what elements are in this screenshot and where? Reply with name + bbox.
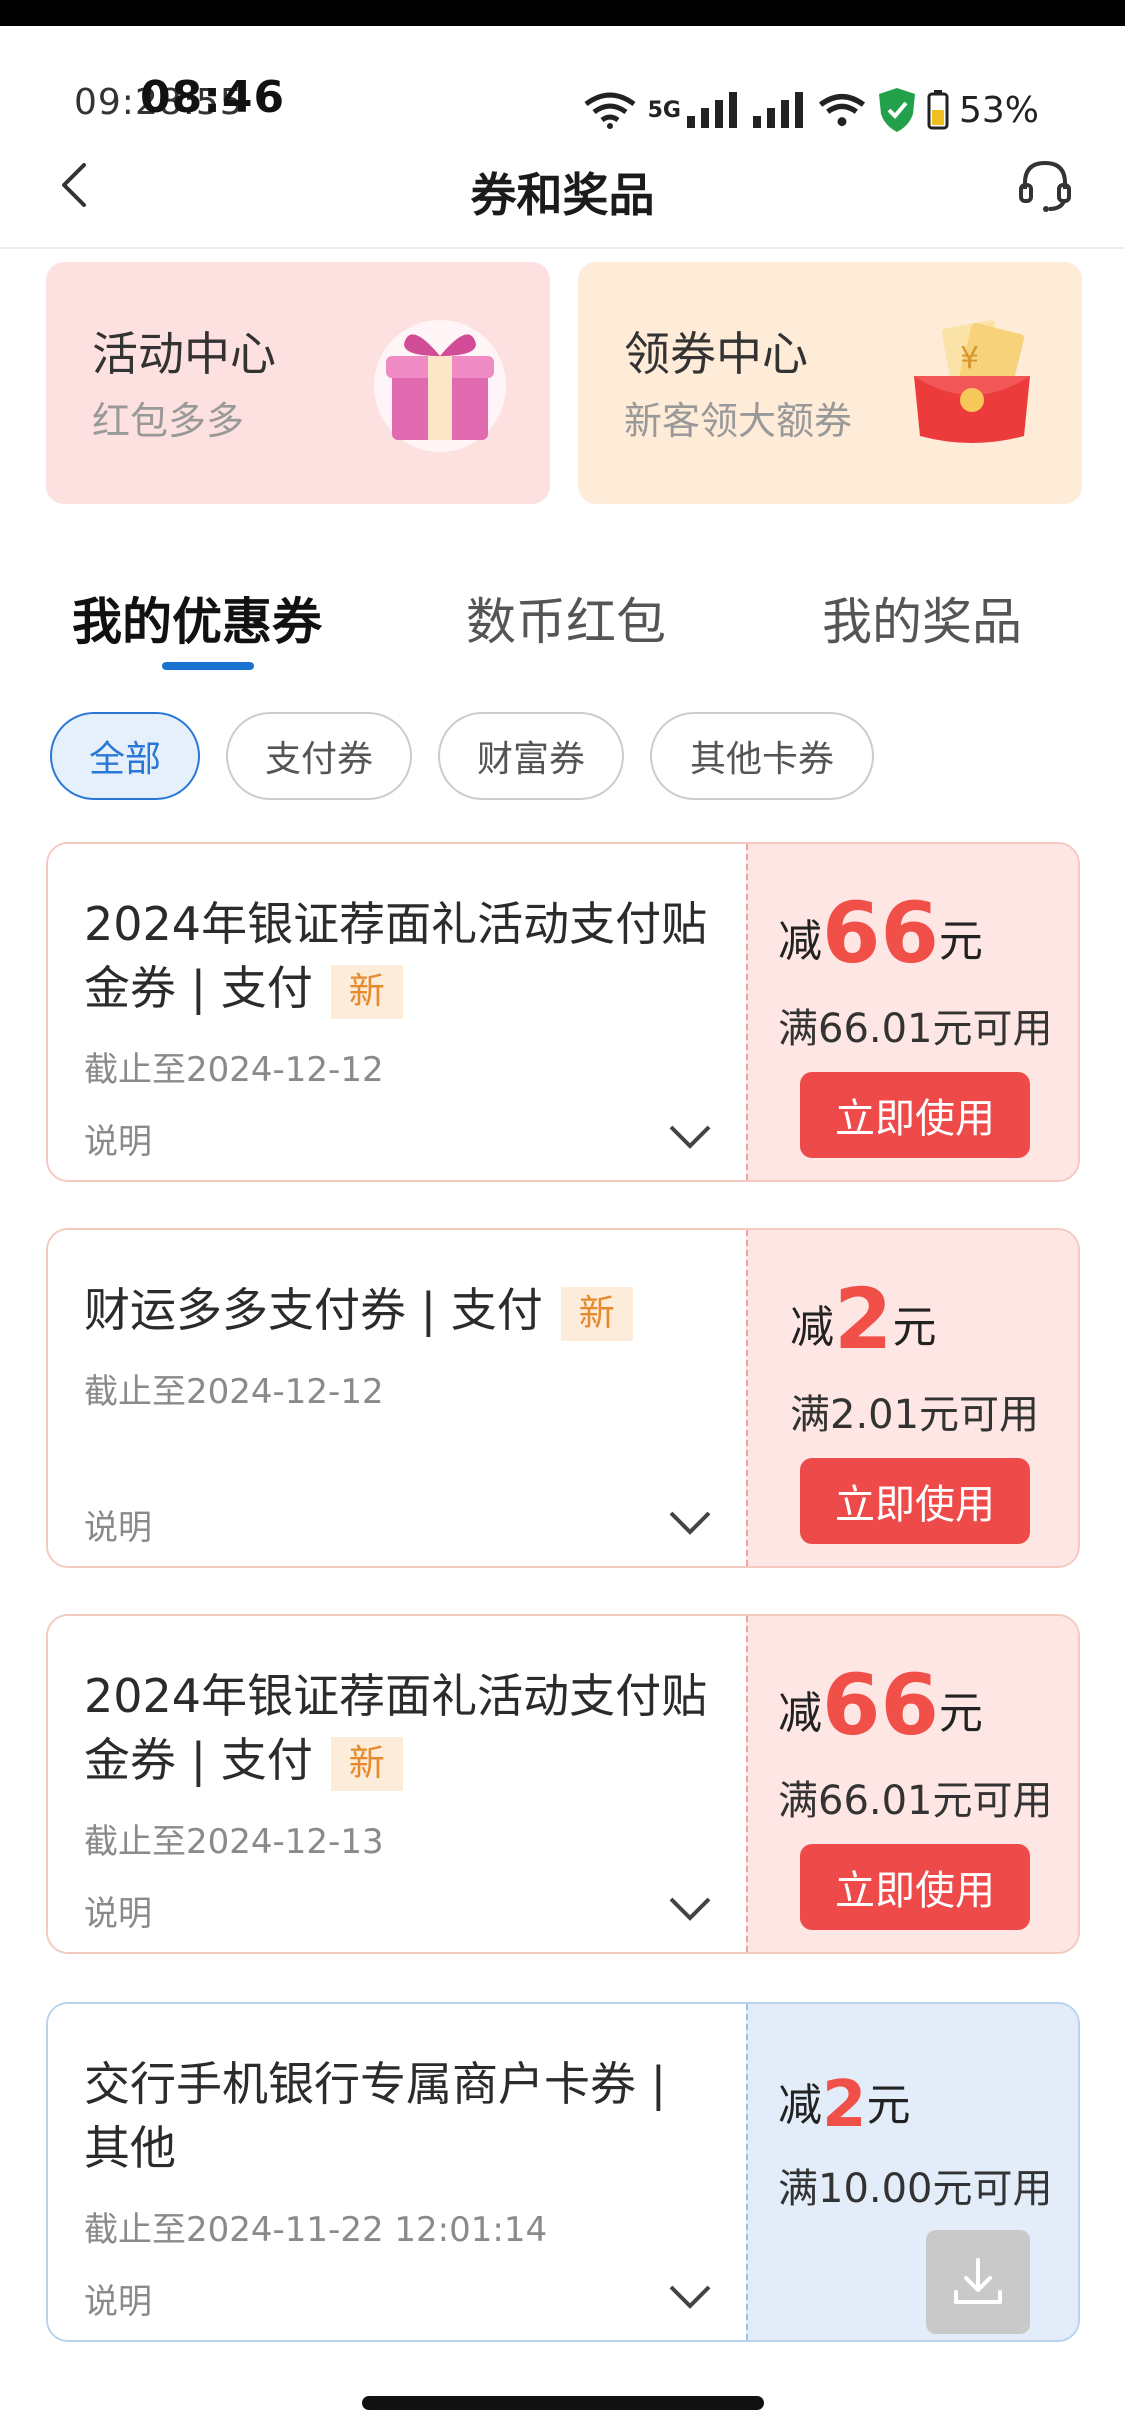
coupon-card: 交行手机银行专属商户卡券 | 其他 截止至2024-11-22 12:01:14…: [46, 2002, 1080, 2342]
coupon-condition: 满66.01元可用: [778, 1006, 1053, 1052]
filter-chip-all[interactable]: 全部: [50, 712, 200, 800]
network-label: 5G: [647, 97, 681, 123]
amount-value: 2: [834, 1270, 893, 1368]
coupon-description-toggle[interactable]: 说明: [84, 2274, 152, 2323]
gift-box-icon: [374, 320, 506, 452]
coupon-expiry: 截止至2024-12-12: [84, 1050, 384, 1090]
new-badge: 新: [560, 1286, 633, 1341]
status-time: 08:46: [140, 72, 286, 123]
filter-chip-wealth[interactable]: 财富券: [438, 712, 624, 800]
coupon-card: 2024年银证荐面礼活动支付贴金券 | 支付新 截止至2024-12-12 说明…: [46, 842, 1080, 1182]
coupon-card: 2024年银证荐面礼活动支付贴金券 | 支付新 截止至2024-12-13 说明…: [46, 1614, 1080, 1954]
coupon-title: 财运多多支付券 | 支付新: [84, 1278, 714, 1342]
amount-value: 2: [822, 2068, 867, 2142]
promo-title: 领券中心: [624, 327, 808, 381]
coupon-description-toggle[interactable]: 说明: [84, 1886, 152, 1935]
coupon-amount: 减2元: [790, 1270, 936, 1368]
download-icon: [954, 2258, 1002, 2304]
chevron-down-icon[interactable]: [668, 1510, 712, 1536]
use-now-button[interactable]: 立即使用: [800, 1458, 1030, 1544]
home-indicator: [362, 2396, 764, 2410]
amount-prefix: 减: [778, 916, 822, 967]
red-envelope-icon: ¥: [914, 320, 1030, 443]
coupon-title: 交行手机银行专属商户卡券 | 其他: [84, 2052, 714, 2180]
amount-prefix: 减: [778, 2080, 822, 2131]
coupon-value-panel: 减66元 满66.01元可用 立即使用: [746, 844, 1078, 1180]
navigation-bar: 券和奖品: [0, 121, 1125, 249]
promo-subtitle: 新客领大额券: [624, 399, 853, 443]
promo-subtitle: 红包多多: [92, 399, 245, 443]
coupon-title: 2024年银证荐面礼活动支付贴金券 | 支付新: [84, 892, 714, 1020]
tab-my-coupons[interactable]: 我的优惠券: [72, 582, 322, 654]
top-black-bar: [0, 0, 1125, 26]
svg-text:¥: ¥: [960, 341, 979, 376]
chevron-down-icon[interactable]: [668, 1124, 712, 1150]
status-bar: 09:28:55 08:46 5G 53%: [0, 26, 1125, 132]
download-button[interactable]: [926, 2230, 1030, 2334]
chevron-down-icon[interactable]: [668, 2284, 712, 2310]
amount-prefix: 减: [778, 1688, 822, 1739]
coupon-amount: 减66元: [778, 1656, 983, 1754]
promo-title: 活动中心: [92, 327, 276, 381]
new-badge: 新: [330, 964, 403, 1019]
coupon-condition: 满2.01元可用: [790, 1392, 1040, 1438]
coupon-expiry: 截止至2024-12-13: [84, 1822, 384, 1862]
coupon-description-toggle[interactable]: 说明: [84, 1114, 152, 1163]
coupon-amount: 减66元: [778, 884, 983, 982]
coupon-description-toggle[interactable]: 说明: [84, 1500, 152, 1549]
new-badge: 新: [330, 1736, 403, 1791]
amount-unit: 元: [866, 2080, 911, 2131]
coupon-title-text: 财运多多支付券 | 支付: [84, 1283, 543, 1337]
coupon-info: 财运多多支付券 | 支付新 截止至2024-12-12 说明: [48, 1230, 746, 1566]
tab-underline: [162, 662, 254, 670]
coupon-value-panel: 减2元 满2.01元可用 立即使用: [746, 1230, 1078, 1566]
coupon-info: 交行手机银行专属商户卡券 | 其他 截止至2024-11-22 12:01:14…: [48, 2004, 746, 2340]
filter-chip-payment[interactable]: 支付券: [226, 712, 412, 800]
coupon-expiry: 截止至2024-12-12: [84, 1372, 384, 1412]
amount-unit: 元: [892, 1302, 937, 1353]
amount-value: 66: [822, 1656, 939, 1754]
amount-value: 66: [822, 884, 939, 982]
coupon-title-text: 交行手机银行专属商户卡券 | 其他: [84, 2057, 667, 2175]
coupon-expiry: 截止至2024-11-22 12:01:14: [84, 2210, 548, 2250]
coupon-condition: 满10.00元可用: [778, 2166, 1053, 2212]
amount-prefix: 减: [790, 1302, 834, 1353]
amount-unit: 元: [938, 916, 983, 967]
coupon-amount: 减2元: [778, 2068, 911, 2142]
tab-bar: 我的优惠券 数币红包 我的奖品: [0, 570, 1125, 680]
coupon-title: 2024年银证荐面礼活动支付贴金券 | 支付新: [84, 1664, 714, 1792]
promo-coupon-center[interactable]: 领券中心 新客领大额券 ¥: [578, 262, 1082, 504]
coupon-info: 2024年银证荐面礼活动支付贴金券 | 支付新 截止至2024-12-13 说明: [48, 1616, 746, 1952]
coupon-info: 2024年银证荐面礼活动支付贴金券 | 支付新 截止至2024-12-12 说明: [48, 844, 746, 1180]
tab-my-prizes[interactable]: 我的奖品: [822, 582, 1022, 654]
chevron-down-icon[interactable]: [668, 1896, 712, 1922]
headset-icon[interactable]: [1015, 155, 1075, 215]
coupon-value-panel: 减2元 满10.00元可用: [746, 2004, 1078, 2340]
filter-chip-other[interactable]: 其他卡券: [650, 712, 874, 800]
coupon-card: 财运多多支付券 | 支付新 截止至2024-12-12 说明 减2元 满2.01…: [46, 1228, 1080, 1568]
tab-digital-red-envelope[interactable]: 数币红包: [466, 582, 666, 654]
use-now-button[interactable]: 立即使用: [800, 1844, 1030, 1930]
page-title: 券和奖品: [470, 168, 655, 222]
use-now-button[interactable]: 立即使用: [800, 1072, 1030, 1158]
coupon-condition: 满66.01元可用: [778, 1778, 1053, 1824]
promo-activity-center[interactable]: 活动中心 红包多多: [46, 262, 550, 504]
amount-unit: 元: [938, 1688, 983, 1739]
coupon-value-panel: 减66元 满66.01元可用 立即使用: [746, 1616, 1078, 1952]
